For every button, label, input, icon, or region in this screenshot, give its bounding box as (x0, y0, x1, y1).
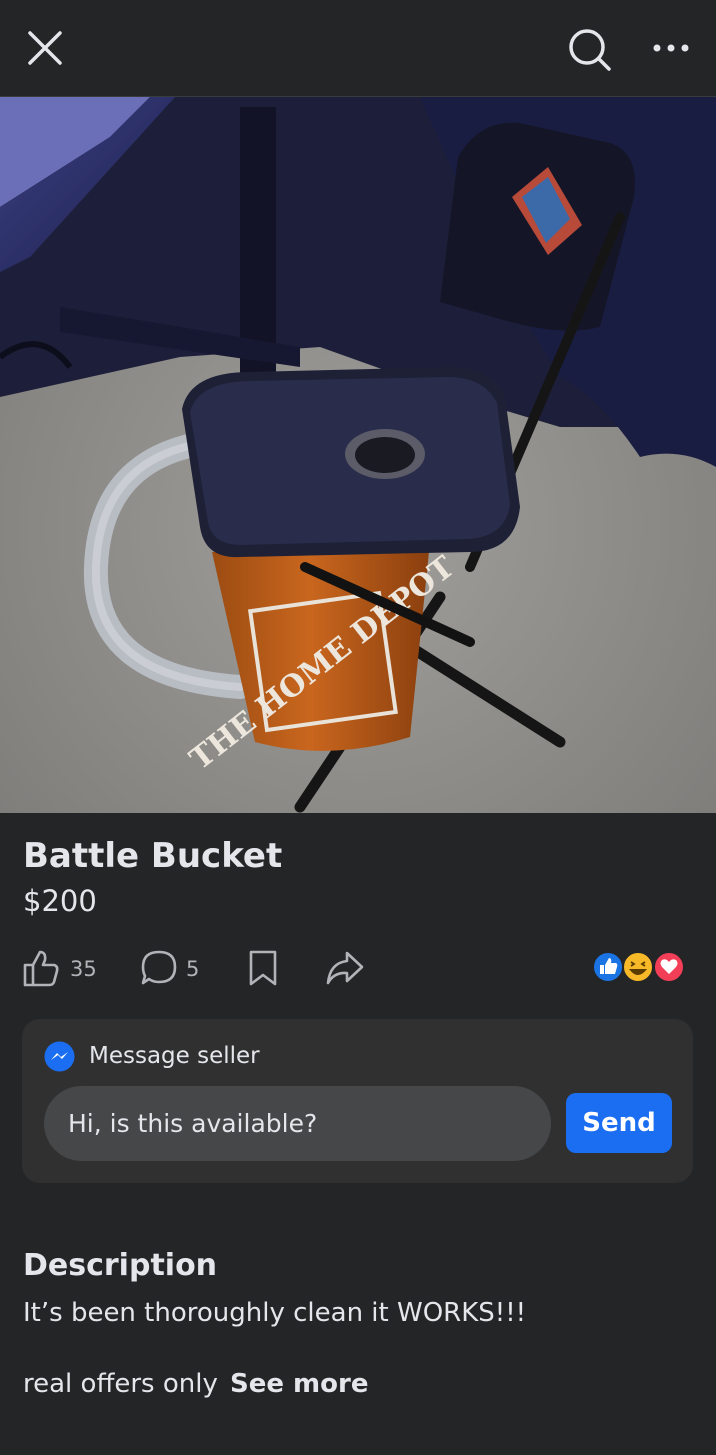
like-count: 35 (70, 957, 97, 981)
close-icon[interactable] (24, 27, 66, 69)
like-reaction-icon (592, 951, 624, 983)
messenger-icon (44, 1041, 75, 1072)
message-seller-card: Message seller Send (22, 1019, 693, 1183)
share-icon[interactable] (325, 949, 365, 991)
send-button[interactable]: Send (566, 1093, 672, 1153)
love-reaction-icon (653, 951, 685, 983)
message-input[interactable] (44, 1086, 551, 1161)
description-text: It’s been thoroughly clean it WORKS!!! (23, 1298, 527, 1328)
search-icon[interactable] (565, 25, 613, 73)
bookmark-icon[interactable] (246, 949, 280, 991)
description-text-2: real offers only (23, 1369, 218, 1399)
message-seller-heading: Message seller (89, 1043, 260, 1069)
more-options-icon[interactable] (650, 34, 692, 62)
listing-photo[interactable]: THE HOME DEPOT (0, 97, 716, 813)
see-more-link[interactable]: See more (230, 1369, 368, 1399)
description-heading: Description (23, 1248, 218, 1283)
thumbs-up-icon[interactable] (22, 948, 60, 992)
listing-price: $200 (23, 884, 97, 918)
comment-count: 5 (186, 957, 200, 981)
reactions-summary[interactable] (591, 950, 687, 984)
listing-title: Battle Bucket (23, 836, 283, 876)
comment-icon[interactable] (140, 949, 178, 991)
haha-reaction-icon (622, 951, 654, 983)
top-bar (0, 0, 716, 97)
